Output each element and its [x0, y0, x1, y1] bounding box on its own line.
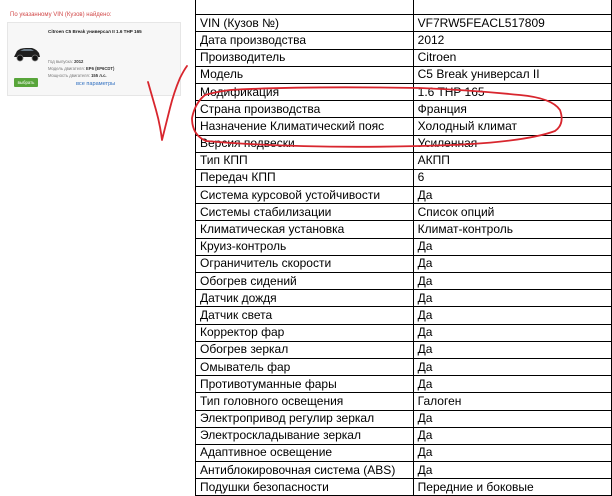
param-name-cell: Модификация [195, 82, 414, 102]
param-value-cell: Да [412, 409, 612, 428]
param-name-cell: Круиз-контроль [195, 237, 414, 256]
param-name-cell: Корректор фар [195, 323, 414, 342]
param-name-cell: Адаптивное освещение [195, 443, 414, 463]
param-name-cell: Датчик дождя [195, 289, 414, 308]
param-name-cell: Электроскладывание зеркал [195, 426, 414, 445]
table-row: Противотуманные фары Да [195, 375, 612, 394]
param-value-cell: Да [412, 461, 612, 480]
param-name-cell: Антиблокировочная система (ABS) [195, 461, 414, 480]
car-card: Citroen C5 Break универсал II 1.6 THP 16… [7, 22, 181, 96]
vin-found-text: По указанному VIN (Кузов) найдено: [10, 12, 112, 18]
param-name-cell: Производитель [195, 48, 414, 67]
param-value-cell: Усиленная [412, 134, 612, 153]
car-spec-year: Год выпуска: 2012 [48, 59, 84, 64]
table-row: Модель C5 Break универсал II [195, 65, 612, 84]
param-name-cell: Назначение Климатический пояс [195, 117, 414, 136]
param-name-cell: Передач КПП [195, 168, 414, 188]
car-title: Citroen C5 Break универсал II 1.6 THP 16… [48, 29, 142, 34]
table-row: Антиблокировочная система (ABS) Да [195, 461, 612, 480]
param-value-cell: Да [412, 375, 612, 394]
select-button[interactable]: выбрать [14, 78, 38, 87]
param-name-cell: Обогрев зеркал [195, 340, 414, 359]
table-row: Датчик света Да [195, 306, 612, 325]
table-row: Версия подвески Усиленная [195, 134, 612, 153]
param-name-cell: Дата производства [195, 31, 414, 50]
param-value-cell: Галоген [412, 392, 612, 411]
param-value-cell [412, 0, 612, 16]
param-name-cell: Страна производства [195, 100, 414, 119]
table-row: Система курсовой устойчивости Да [195, 186, 612, 205]
table-row: Электроскладывание зеркал Да [195, 426, 612, 445]
table-row [195, 0, 612, 16]
car-spec-engine-model: Модель двигателя: EP6 (EP6CDT) [48, 66, 115, 71]
table-row: Климатическая установка Климат-контроль [195, 220, 612, 239]
param-name-cell: Система курсовой устойчивости [195, 186, 414, 205]
param-name-cell: Подушки безопасности [195, 478, 414, 496]
param-value-cell: Да [412, 237, 612, 256]
param-value-cell: Да [412, 289, 612, 308]
all-params-link[interactable]: все параметры [76, 81, 115, 87]
table-row: Модификация 1.6 THP 165 [195, 82, 612, 102]
param-name-cell: Тип КПП [195, 151, 414, 170]
param-value-cell: Да [412, 443, 612, 463]
param-value-cell: 1.6 THP 165 [412, 82, 612, 102]
table-row: Дата производства 2012 [195, 31, 612, 50]
param-value-cell: 2012 [412, 31, 612, 50]
param-value-cell: АКПП [412, 151, 612, 170]
param-value-cell: Да [412, 357, 612, 377]
param-value-cell: Да [412, 340, 612, 359]
param-name-cell: VIN (Кузов №) [195, 14, 414, 33]
table-row: VIN (Кузов №) VF7RW5FEACL517809 [195, 14, 612, 33]
param-value-cell: Холодный климат [412, 117, 612, 136]
param-value-cell: Передние и боковые [412, 478, 612, 496]
param-name-cell: Системы стабилизации [195, 203, 414, 222]
table-row: Системы стабилизации Список опций [195, 203, 612, 222]
table-row: Корректор фар Да [195, 323, 612, 342]
param-value-cell: Да [412, 426, 612, 445]
table-row: Электропривод регулир зеркал Да [195, 409, 612, 428]
param-name-cell [195, 0, 414, 16]
param-value-cell: Да [412, 306, 612, 325]
param-value-cell: Да [412, 271, 612, 291]
car-thumbnail-icon [14, 48, 40, 62]
param-value-cell: Да [412, 323, 612, 342]
param-name-cell: Обогрев сидений [195, 271, 414, 291]
param-name-cell: Версия подвески [195, 134, 414, 153]
table-row: Адаптивное освещение Да [195, 443, 612, 463]
param-name-cell: Датчик света [195, 306, 414, 325]
param-value-cell: Citroen [412, 48, 612, 67]
table-row: Тип КПП АКПП [195, 151, 612, 170]
table-row: Омыватель фар Да [195, 357, 612, 377]
table-row: Обогрев зеркал Да [195, 340, 612, 359]
param-name-cell: Климатическая установка [195, 220, 414, 239]
param-name-cell: Ограничитель скорости [195, 254, 414, 274]
spec-table: VIN (Кузов №) VF7RW5FEACL517809 Дата произ… [195, 0, 612, 496]
table-row: Ограничитель скорости Да [195, 254, 612, 274]
param-name-cell: Тип головного освещения [195, 392, 414, 411]
param-name-cell: Электропривод регулир зеркал [195, 409, 414, 428]
param-value-cell: Да [412, 254, 612, 274]
param-value-cell: Климат-контроль [412, 220, 612, 239]
table-row: Производитель Citroen [195, 48, 612, 67]
table-row: Страна производства Франция [195, 100, 612, 119]
table-row: Подушки безопасности Передние и боковые [195, 478, 612, 496]
param-value-cell: Список опций [412, 203, 612, 222]
car-spec-engine-power: Мощность двигателя: 155 л.с. [48, 73, 107, 78]
table-row: Датчик дождя Да [195, 289, 612, 308]
param-value-cell: Франция [412, 100, 612, 119]
param-value-cell: VF7RW5FEACL517809 [412, 14, 612, 33]
table-row: Назначение Климатический пояс Холодный кл… [195, 117, 612, 136]
param-name-cell: Противотуманные фары [195, 375, 414, 394]
table-row: Тип головного освещения Галоген [195, 392, 612, 411]
table-row: Передач КПП 6 [195, 168, 612, 188]
param-name-cell: Модель [195, 65, 414, 84]
table-row: Обогрев сидений Да [195, 271, 612, 291]
spec-table-body: VIN (Кузов №) VF7RW5FEACL517809 Дата произ… [195, 0, 612, 496]
param-value-cell: Да [412, 186, 612, 205]
table-row: Круиз-контроль Да [195, 237, 612, 256]
param-value-cell: C5 Break универсал II [412, 65, 612, 84]
param-name-cell: Омыватель фар [195, 357, 414, 377]
param-value-cell: 6 [412, 168, 612, 188]
